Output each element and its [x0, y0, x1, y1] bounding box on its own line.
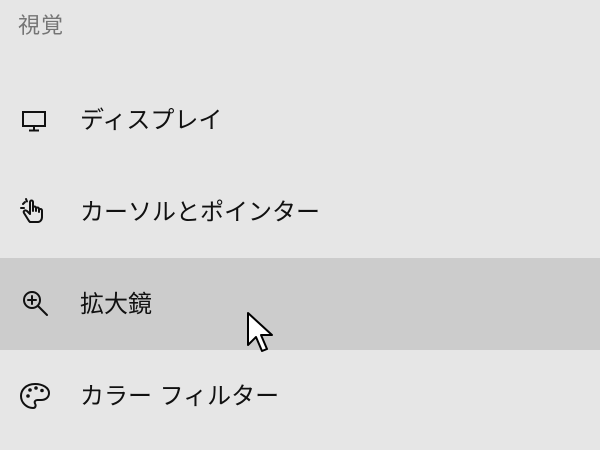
nav-item-label: 拡大鏡 [80, 290, 152, 318]
nav-item-magnifier[interactable]: 拡大鏡 [0, 258, 600, 350]
magnifier-zoom-in-icon [16, 285, 54, 323]
nav-item-color-filter[interactable]: カラー フィルター [0, 350, 600, 442]
hand-pointer-icon [16, 193, 54, 231]
nav-item-label: カーソルとポインター [80, 198, 320, 226]
nav-item-label: ディスプレイ [80, 106, 223, 134]
nav-item-display[interactable]: ディスプレイ [0, 74, 600, 166]
nav-item-cursor-and-pointer[interactable]: カーソルとポインター [0, 166, 600, 258]
color-palette-icon [16, 377, 54, 415]
section-title: 視覚 [18, 14, 65, 39]
nav-item-label: カラー フィルター [80, 382, 280, 410]
monitor-icon [16, 101, 54, 139]
